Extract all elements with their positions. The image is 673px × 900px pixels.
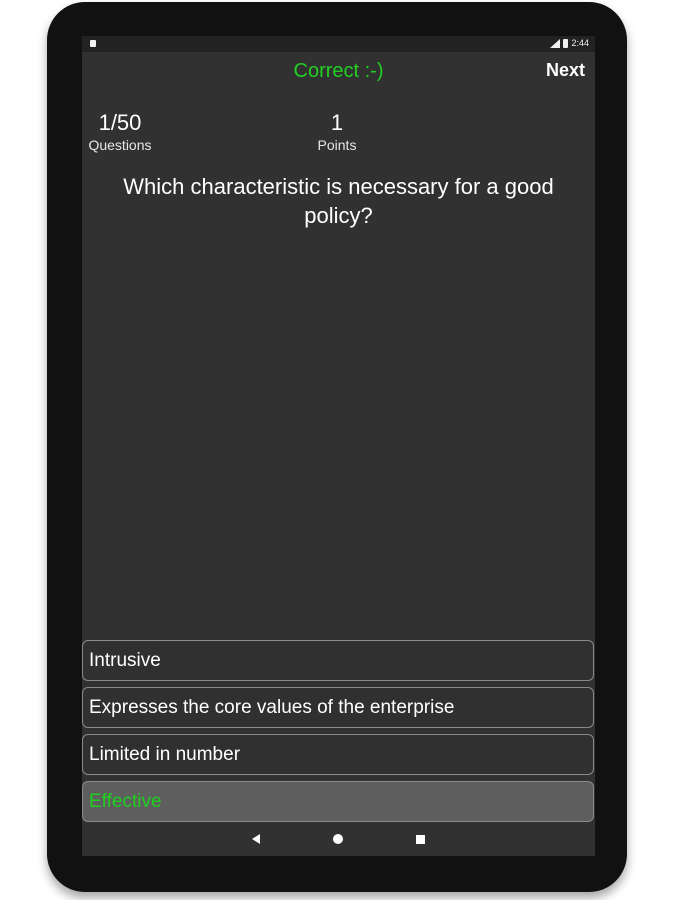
recent-apps-button[interactable] (411, 830, 429, 848)
back-button[interactable] (247, 830, 265, 848)
app-screen: 2:44 Correct :-) Next 1/50 Questions 1 P… (82, 36, 595, 856)
points-counter: 1 Points (297, 110, 377, 154)
answer-option-limited[interactable]: Limited in number (82, 734, 594, 775)
answer-result: Correct :-) (293, 60, 384, 82)
answer-option-core-values[interactable]: Expresses the core values of the enterpr… (82, 687, 594, 728)
home-icon (333, 834, 343, 844)
answer-option-effective[interactable]: Effective (82, 781, 594, 822)
questions-label: Questions (88, 137, 152, 153)
top-bar: Correct :-) Next (82, 52, 595, 92)
system-nav-bar (82, 824, 595, 854)
questions-counter: 1/50 Questions (82, 110, 158, 154)
points-label: Points (317, 137, 357, 153)
question-text: Which characteristic is necessary for a … (123, 174, 554, 228)
notification-icon (90, 40, 96, 47)
recent-apps-icon (415, 834, 425, 844)
next-button[interactable]: Next (546, 60, 585, 81)
home-button[interactable] (329, 830, 347, 848)
back-icon (252, 834, 260, 844)
status-time: 2:44 (571, 38, 589, 48)
points-value: 1 (330, 110, 344, 135)
battery-icon (563, 38, 569, 48)
signal-icon (550, 38, 561, 48)
answer-option-intrusive[interactable]: Intrusive (82, 640, 594, 681)
status-bar: 2:44 (82, 36, 595, 52)
status-icons: 2:44 (550, 38, 589, 48)
questions-value: 1/50 (98, 110, 142, 135)
answer-list: Intrusive Expresses the core values of t… (82, 640, 595, 828)
